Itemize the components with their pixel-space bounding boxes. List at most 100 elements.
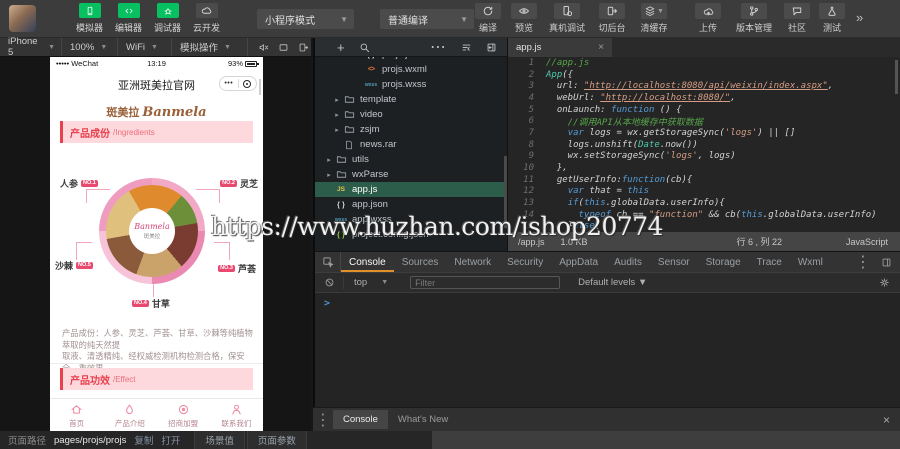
action-refresh-button[interactable]: 编译 — [470, 3, 506, 34]
file-icon — [343, 140, 355, 150]
devtools-tab-storage[interactable]: Storage — [698, 252, 749, 272]
editor-scrollbar[interactable] — [895, 60, 898, 94]
mode-button-label: 编辑器 — [109, 21, 148, 34]
zoom-select[interactable]: 100%▼ — [62, 38, 118, 56]
devtools-tab-audits[interactable]: Audits — [606, 252, 650, 272]
tree-item-app-js[interactable]: JSapp.js — [315, 182, 507, 197]
tree-item-video[interactable]: ▸video — [315, 107, 507, 122]
devtools-tab-sources[interactable]: Sources — [394, 252, 447, 272]
divider — [50, 363, 263, 364]
log-levels-select[interactable]: Default levels ▼ — [578, 277, 647, 288]
dock-side-icon[interactable] — [881, 257, 892, 268]
section-header-ingredients: 产品成份 /Ingredients — [60, 121, 253, 143]
phone-tab-drop[interactable]: 产品介绍 — [103, 399, 156, 431]
tab-app-js[interactable]: app.js × — [508, 38, 612, 57]
simulate-menu[interactable]: 模拟操作▼ — [172, 38, 248, 56]
bottom-bar-right — [432, 431, 900, 449]
action-eye-button[interactable]: 预览 — [506, 3, 542, 34]
action-layers-button[interactable]: ▼清缓存 — [632, 3, 676, 34]
tree-item-project-config-json[interactable]: { }project.config.json — [315, 227, 507, 242]
action-exit-button[interactable]: 切后台 — [592, 3, 632, 34]
tree-item-news-rar[interactable]: news.rar — [315, 137, 507, 152]
action-chat-button[interactable]: 社区 — [780, 3, 814, 34]
tree-item-projs-wxss[interactable]: wxssprojs.wxss — [315, 77, 507, 92]
action-cloudup-button[interactable]: 上传 — [688, 3, 728, 34]
tree-indent — [325, 201, 333, 208]
language-label: JavaScript — [846, 237, 888, 247]
gear-icon[interactable] — [879, 277, 890, 288]
tree-item-projs-wxml[interactable]: <>projs.wxml — [315, 62, 507, 77]
cursor-position: 行 6 , 列 22 — [736, 235, 782, 248]
devtools-tab-trace[interactable]: Trace — [749, 252, 790, 272]
filter-input[interactable] — [410, 276, 560, 289]
more-icon[interactable]: ⋯ — [430, 37, 447, 57]
user-avatar[interactable] — [9, 5, 36, 32]
phone-tab-home[interactable]: 首页 — [50, 399, 103, 431]
copy-path-link[interactable]: 复制 — [134, 433, 153, 447]
open-path-link[interactable]: 打开 — [161, 433, 180, 447]
toolbar-overflow-button[interactable]: » — [856, 10, 861, 25]
bottom-tab[interactable]: 场景值 — [194, 431, 245, 449]
devtools-tab-appdata[interactable]: AppData — [551, 252, 606, 272]
wechat-capsule[interactable]: ••• — [219, 76, 257, 91]
network-select[interactable]: WiFi▼ — [118, 38, 172, 56]
drawer-tab-what-s-new[interactable]: What's New — [388, 410, 458, 429]
devtools-tab-security[interactable]: Security — [499, 252, 551, 272]
exit-target-icon[interactable] — [239, 80, 257, 88]
add-file-button[interactable]: + — [337, 41, 345, 54]
tree-item-utils[interactable]: ▸utils — [315, 152, 507, 167]
page-path-value: pages/projs/projs — [54, 435, 126, 446]
code-editor[interactable]: 1//app.js2App({3 url: "http://localhost:… — [508, 57, 900, 232]
toggle-code-button[interactable]: 编辑器 — [109, 3, 148, 34]
phone-tab-target[interactable]: 招商加盟 — [157, 399, 210, 431]
more-icon[interactable]: ••• — [220, 80, 238, 87]
code-line: 6 //调用API从本地缓存中获取数据 — [508, 115, 900, 127]
console-toolbar: top ▼ Default levels ▼ — [315, 273, 900, 293]
search-icon[interactable] — [359, 42, 370, 53]
devtools-tab-console[interactable]: Console — [341, 252, 394, 272]
toggle-cloud-button[interactable]: 云开发 — [187, 3, 226, 34]
bottom-tab[interactable]: 页面参数 — [247, 431, 307, 449]
kebab-menu-icon[interactable]: ⋮ — [313, 410, 333, 430]
eye-icon — [511, 3, 537, 19]
mute-icon[interactable] — [258, 42, 269, 53]
phone-scrollbar[interactable] — [259, 79, 261, 95]
compile-select[interactable]: 普通编译 ▼ — [380, 9, 474, 29]
tree-item-zsjm[interactable]: ▸zsjm — [315, 122, 507, 137]
tree-item-template[interactable]: ▸template — [315, 92, 507, 107]
device-select[interactable]: iPhone 5▼ — [0, 38, 62, 56]
target-icon — [177, 403, 190, 416]
tree-indent — [325, 186, 333, 193]
hide-panel-icon[interactable] — [486, 42, 497, 53]
phone-tab-label: 首页 — [50, 418, 103, 429]
context-select[interactable]: top ▼ — [343, 276, 398, 289]
phone-tab-person[interactable]: 联系我们 — [210, 399, 263, 431]
devtools-tab-wxml[interactable]: Wxml — [790, 252, 831, 272]
jsong-file-icon: { } — [335, 230, 347, 239]
clock-label: 13:19 — [50, 59, 263, 68]
close-icon[interactable]: × — [598, 42, 604, 53]
tree-item-app-wxss[interactable]: wxssapp.wxss — [315, 212, 507, 227]
toggle-bug-button[interactable]: 调试器 — [148, 3, 187, 34]
mode-select[interactable]: 小程序模式 ▼ — [257, 9, 354, 29]
action-flask-button[interactable]: 测试 — [814, 3, 850, 34]
devtools-tab-sensor[interactable]: Sensor — [650, 252, 698, 272]
close-icon[interactable]: × — [883, 413, 890, 427]
drawer-tab-console[interactable]: Console — [333, 410, 388, 429]
code-line: 9 wx.setStorageSync('logs', logs) — [508, 151, 900, 163]
kebab-menu-icon[interactable]: ⋮ — [855, 252, 871, 272]
line-number: 2 — [508, 70, 534, 80]
undock-icon[interactable] — [298, 42, 309, 53]
devtools-tab-network[interactable]: Network — [446, 252, 499, 272]
collapse-all-icon[interactable] — [461, 42, 472, 53]
toggle-phone-button[interactable]: 模拟器 — [70, 3, 109, 34]
console-output[interactable]: > — [315, 293, 900, 407]
action-devdbg-button[interactable]: 真机调试 — [542, 3, 592, 34]
window-icon[interactable] — [278, 42, 289, 53]
tree-item-wxParse[interactable]: ▸wxParse — [315, 167, 507, 182]
tree-item-app-json[interactable]: { }app.json — [315, 197, 507, 212]
action-branch-button[interactable]: 版本管理 — [728, 3, 780, 34]
inspect-element-icon[interactable] — [315, 252, 341, 272]
tree-item-label: video — [360, 109, 383, 120]
clear-console-icon[interactable] — [324, 277, 335, 288]
